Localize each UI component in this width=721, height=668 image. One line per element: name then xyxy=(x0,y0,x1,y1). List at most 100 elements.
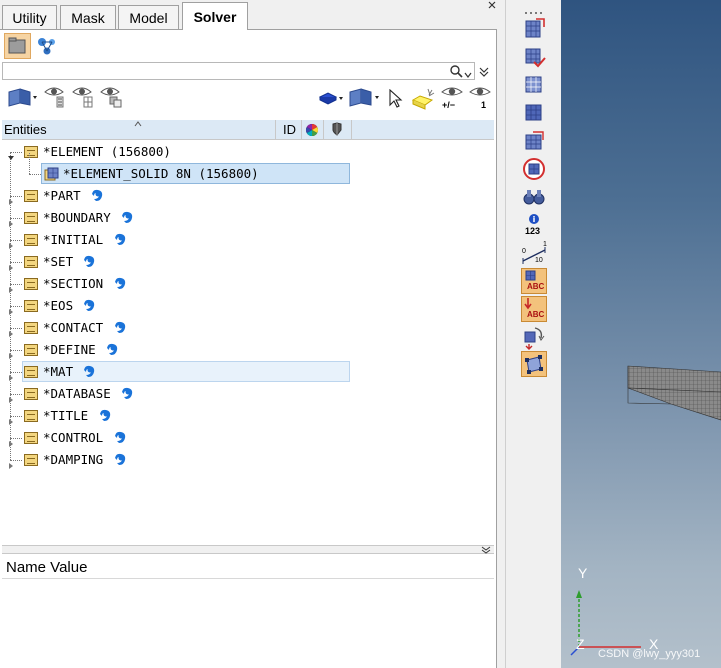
show-one-eye-icon[interactable]: 1 xyxy=(468,84,492,112)
entity-color-icon xyxy=(119,210,134,225)
pick-arrow-icon[interactable] xyxy=(521,324,547,350)
tree-expand-icon[interactable] xyxy=(8,369,14,381)
chevron-down-icon[interactable] xyxy=(481,546,491,554)
watermark: CSDN @lwy_yyy301 xyxy=(598,648,701,660)
tree-expand-icon[interactable] xyxy=(8,259,14,271)
tree-expand-icon[interactable] xyxy=(8,413,14,425)
y-axis-label: Y xyxy=(578,565,588,581)
tree-row[interactable]: *ELEMENT_SOLID 8N (156800) xyxy=(0,153,494,185)
panel-splitter[interactable] xyxy=(2,545,494,554)
ruler-ten-label: 10 xyxy=(535,257,543,264)
tree-item-label: *DEFINE xyxy=(43,342,96,357)
collapse-icon[interactable] xyxy=(479,66,489,78)
binoculars-icon[interactable] xyxy=(521,184,547,210)
show-eye-icon[interactable] xyxy=(43,84,67,110)
tab-solver[interactable]: Solver xyxy=(182,2,248,30)
tree-expand-icon[interactable] xyxy=(8,215,14,227)
tree-expand-icon[interactable] xyxy=(8,237,14,249)
tree-row[interactable]: *SECTION xyxy=(0,273,494,295)
entity-color-icon xyxy=(81,254,96,269)
tree-item-label: *SECTION xyxy=(43,276,104,291)
tree-row[interactable]: *INITIAL xyxy=(0,229,494,251)
abc-arrow-text: ABC xyxy=(527,310,545,319)
highlight-icon[interactable] xyxy=(410,86,436,110)
color-wheel-icon xyxy=(305,124,319,136)
tree-item-label: *CONTROL xyxy=(43,430,104,445)
free-edges-icon[interactable] xyxy=(521,156,547,182)
element-quality-icon[interactable] xyxy=(521,72,547,98)
tree-row[interactable]: *CONTROL xyxy=(0,427,494,449)
tab-label: Mask xyxy=(71,10,105,26)
tree-item-label: *ELEMENT (156800) xyxy=(43,144,171,159)
close-icon[interactable] xyxy=(487,0,497,9)
tree-row[interactable]: *PART xyxy=(0,185,494,207)
entities-column-header[interactable]: Entities xyxy=(2,120,276,139)
entity-color-icon xyxy=(104,342,119,357)
element-clip-icon[interactable] xyxy=(521,16,547,42)
show-hide-toggle-eye-icon[interactable]: +/− xyxy=(440,84,464,112)
bounding-box-icon[interactable] xyxy=(521,351,547,377)
tree-expand-icon[interactable] xyxy=(8,457,14,469)
name-value-header: Name Value xyxy=(2,556,494,579)
ruler-icon[interactable]: 0 1 10 xyxy=(521,241,547,268)
tree-expand-icon[interactable] xyxy=(8,193,14,205)
tree-expand-icon[interactable] xyxy=(8,325,14,337)
entity-color-icon xyxy=(97,408,112,423)
keyword-card-icon xyxy=(24,410,38,422)
cursor-icon[interactable] xyxy=(388,88,404,109)
tree-expand-icon[interactable] xyxy=(8,281,14,293)
sort-ascending-icon xyxy=(134,121,142,127)
tree-row[interactable]: *DEFINE xyxy=(0,339,494,361)
tree-row[interactable]: *MAT xyxy=(0,361,494,383)
keyword-card-icon xyxy=(24,278,38,290)
keyword-card-icon xyxy=(24,300,38,312)
search-icon[interactable] xyxy=(449,64,463,78)
color-column-header[interactable] xyxy=(302,120,324,139)
abc-label-icon[interactable]: ABC xyxy=(521,268,547,294)
tab-model[interactable]: Model xyxy=(118,5,179,29)
folder-icon[interactable] xyxy=(4,33,31,59)
tree-expand-icon[interactable] xyxy=(8,391,14,403)
element-display-icon[interactable] xyxy=(347,86,381,110)
tree-guide-line xyxy=(29,153,30,174)
tree-header: Entities ID xyxy=(2,120,494,140)
entity-color-icon xyxy=(112,276,127,291)
tree-row[interactable]: *DATABASE xyxy=(0,383,494,405)
entity-color-icon xyxy=(81,364,96,379)
entity-filter-icon[interactable] xyxy=(6,86,38,110)
tree-row[interactable]: *CONTACT xyxy=(0,317,494,339)
entities-header-label: Entities xyxy=(4,122,47,137)
entity-browser-icon[interactable] xyxy=(35,34,59,58)
tree-row[interactable]: *ELEMENT (156800) xyxy=(0,141,494,163)
material-column-header[interactable] xyxy=(324,120,352,139)
mesh-grid-icon[interactable] xyxy=(521,100,547,126)
tree-row[interactable]: *SET xyxy=(0,251,494,273)
tree-row[interactable]: *DAMPING xyxy=(0,449,494,471)
info-123-icon[interactable]: i 123 xyxy=(521,212,547,238)
id-column-header[interactable]: ID xyxy=(276,120,302,139)
grip-handle[interactable] xyxy=(524,3,546,14)
search-input[interactable] xyxy=(2,62,475,80)
abc-arrow-icon[interactable]: ABC xyxy=(521,296,547,322)
solid-edges-icon[interactable] xyxy=(521,128,547,154)
tab-utility[interactable]: Utility xyxy=(2,5,57,29)
tree-expand-icon[interactable] xyxy=(8,347,14,359)
tab-mask[interactable]: Mask xyxy=(60,5,116,29)
tab-bar: Utility Mask Model Solver xyxy=(0,0,497,30)
tree-expand-icon[interactable] xyxy=(8,303,14,315)
entity-color-icon xyxy=(81,298,96,313)
plus-minus-label: +/− xyxy=(442,100,456,110)
chevron-down-icon[interactable] xyxy=(464,67,472,78)
tree-collapse-icon[interactable] xyxy=(8,149,14,160)
display-mode-icon[interactable] xyxy=(318,90,344,106)
graphics-viewport[interactable]: Y Z X xyxy=(561,0,721,668)
keyword-card-icon xyxy=(24,190,38,202)
tree-row[interactable]: *BOUNDARY xyxy=(0,207,494,229)
mesh-check-icon[interactable] xyxy=(521,44,547,70)
id-header-label: ID xyxy=(283,122,296,137)
hide-eye-icon[interactable] xyxy=(99,84,123,110)
tree-expand-icon[interactable] xyxy=(8,435,14,447)
tree-row[interactable]: *EOS xyxy=(0,295,494,317)
tree-row[interactable]: *TITLE xyxy=(0,405,494,427)
isolate-eye-icon[interactable] xyxy=(71,84,95,110)
